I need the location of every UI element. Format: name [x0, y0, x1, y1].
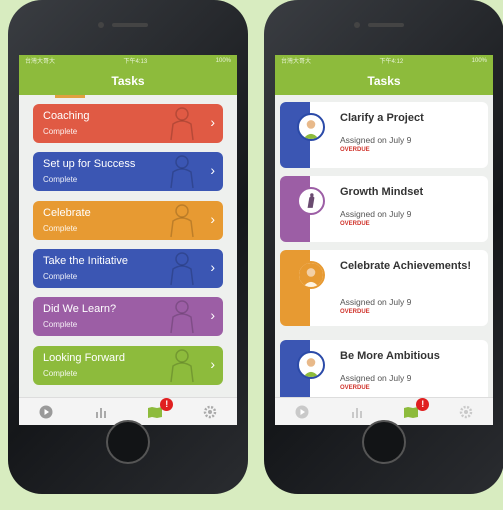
play-icon [39, 405, 53, 418]
play-icon [295, 405, 309, 418]
avatar [297, 187, 325, 215]
task-status: Complete [43, 369, 78, 378]
tab-play[interactable] [36, 402, 56, 422]
speaker [112, 23, 148, 27]
task-status: Complete [43, 320, 78, 329]
tab-play[interactable] [292, 402, 312, 422]
assigned-date: Assigned on July 9 [340, 209, 412, 219]
notification-badge: ! [160, 397, 174, 411]
status-bar: 台灣大哥大 下午4:12 100% [275, 55, 493, 66]
phone-right: 台灣大哥大 下午4:12 100% Tasks Clarify a Projec… [264, 0, 503, 494]
figure-icon [163, 348, 201, 383]
figure-icon [163, 251, 201, 286]
card-title: Celebrate Achievements! [340, 260, 472, 272]
home-button[interactable] [362, 420, 406, 464]
avatar [297, 113, 325, 141]
card-title: Be More Ambitious [340, 350, 440, 362]
avatar [297, 261, 325, 289]
overdue-label: OVERDUE [340, 309, 370, 315]
avatar [297, 351, 325, 379]
status-bar: 台灣大哥大 下午4:13 100% [19, 55, 237, 66]
tab-settings[interactable] [456, 402, 476, 422]
task-item-looking-forward[interactable]: Looking Forward Complete › [33, 346, 223, 385]
chevron-right-icon: › [210, 211, 215, 227]
bar-chart-icon [351, 407, 362, 418]
chevron-right-icon: › [210, 114, 215, 130]
tab-map[interactable]: ! [401, 397, 430, 422]
assignment-card-celebrate-achievements[interactable]: Celebrate Achievements! Assigned on July… [280, 250, 488, 326]
bar-chart-icon [95, 407, 106, 418]
page-title: Tasks [367, 73, 401, 88]
clock: 下午4:13 [123, 59, 148, 65]
task-status: Complete [43, 175, 78, 184]
camera [354, 22, 360, 28]
notification-badge: ! [416, 397, 430, 411]
overdue-label: OVERDUE [340, 147, 370, 153]
assignment-card-clarify-a-project[interactable]: Clarify a Project Assigned on July 9 OVE… [280, 102, 488, 168]
figure-icon [163, 203, 201, 238]
page-title: Tasks [111, 73, 145, 88]
left-screen: 台灣大哥大 下午4:13 100% Tasks Coaching Complet… [19, 55, 237, 425]
battery: 100% [215, 57, 231, 64]
task-title: Take the Initiative [43, 255, 128, 267]
phone-left: 台灣大哥大 下午4:13 100% Tasks Coaching Complet… [8, 0, 248, 494]
task-status: Complete [43, 272, 78, 281]
assignment-list: Clarify a Project Assigned on July 9 OVE… [275, 95, 493, 397]
overdue-label: OVERDUE [340, 221, 370, 227]
carrier: 台灣大哥大 [281, 59, 312, 65]
task-item-take-the-initiative[interactable]: Take the Initiative Complete › [33, 249, 223, 288]
overdue-label: OVERDUE [340, 385, 370, 391]
gear-icon [459, 405, 472, 418]
gear-icon [203, 405, 216, 418]
tab-settings[interactable] [200, 402, 220, 422]
home-button[interactable] [106, 420, 150, 464]
right-screen: 台灣大哥大 下午4:12 100% Tasks Clarify a Projec… [275, 55, 493, 425]
figure-icon [163, 299, 201, 334]
chevron-right-icon: › [210, 307, 215, 323]
clock: 下午4:12 [379, 59, 404, 65]
assignment-card-growth-mindset[interactable]: Growth Mindset Assigned on July 9 OVERDU… [280, 176, 488, 242]
task-title: Set up for Success [43, 158, 136, 170]
battery: 100% [471, 57, 487, 64]
task-title: Coaching [43, 110, 90, 122]
card-title: Growth Mindset [340, 186, 424, 198]
task-item-coaching[interactable]: Coaching Complete › [33, 104, 223, 143]
tab-stats[interactable] [91, 402, 111, 422]
assigned-date: Assigned on July 9 [340, 297, 412, 307]
assigned-date: Assigned on July 9 [340, 373, 412, 383]
chevron-right-icon: › [210, 162, 215, 178]
chevron-right-icon: › [210, 259, 215, 275]
navbar: Tasks [275, 66, 493, 95]
task-status: Complete [43, 224, 78, 233]
task-title: Did We Learn? [43, 303, 117, 315]
navbar: Tasks [19, 66, 237, 95]
task-title: Celebrate [43, 207, 91, 219]
task-list: Coaching Complete › Set up for Success C… [19, 95, 237, 397]
camera [98, 22, 104, 28]
figure-icon [163, 154, 201, 189]
assignment-card-be-more-ambitious[interactable]: Be More Ambitious Assigned on July 9 OVE… [280, 340, 488, 397]
task-item-did-we-learn[interactable]: Did We Learn? Complete › [33, 297, 223, 336]
speaker [368, 23, 404, 27]
chevron-right-icon: › [210, 356, 215, 372]
assigned-date: Assigned on July 9 [340, 135, 412, 145]
tab-map[interactable]: ! [145, 397, 174, 422]
task-title: Looking Forward [43, 352, 125, 364]
scroll-peek [55, 95, 85, 98]
card-title: Clarify a Project [340, 112, 424, 124]
tab-stats[interactable] [347, 402, 367, 422]
task-item-set-up-for-success[interactable]: Set up for Success Complete › [33, 152, 223, 191]
carrier: 台灣大哥大 [25, 59, 56, 65]
task-status: Complete [43, 127, 78, 136]
task-item-celebrate[interactable]: Celebrate Complete › [33, 201, 223, 240]
figure-icon [163, 106, 201, 141]
